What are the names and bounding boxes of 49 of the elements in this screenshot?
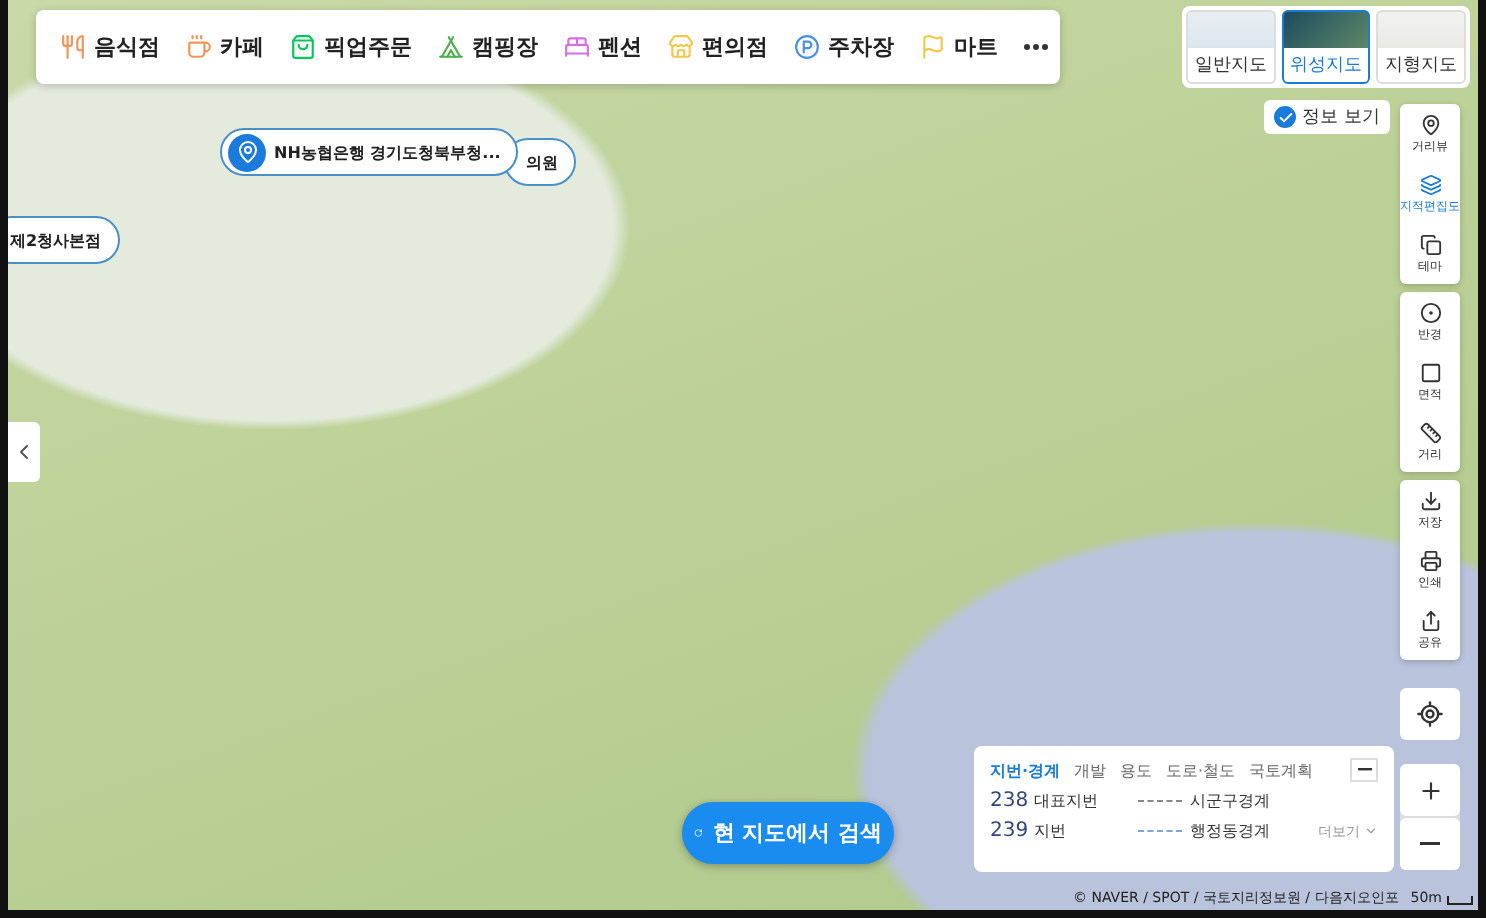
more-icon xyxy=(1024,44,1048,50)
place-pin[interactable]: NH농협은행 경기도청북부청... xyxy=(220,128,519,176)
category-button[interactable]: 주차장 xyxy=(794,32,894,62)
parcel-number: 239 xyxy=(990,820,1026,842)
legend-tab[interactable]: 개발 xyxy=(1074,759,1107,781)
locate-button[interactable] xyxy=(1400,688,1460,740)
legend-tab[interactable]: 국토계획 xyxy=(1249,759,1314,781)
place-pin[interactable]: 제2청사본점 xyxy=(8,216,120,264)
category-button[interactable]: 펜션 xyxy=(564,32,642,62)
category-button[interactable]: 음식점 xyxy=(60,32,160,62)
scale-bar xyxy=(1446,896,1474,906)
legend-tab[interactable]: 도로·철도 xyxy=(1166,759,1236,781)
printer-icon xyxy=(1419,549,1441,571)
ruler-icon xyxy=(1419,421,1441,443)
more-button[interactable] xyxy=(1024,44,1048,50)
category-button[interactable]: 마트 xyxy=(920,32,998,62)
category-button[interactable]: 픽업주문 xyxy=(290,32,412,62)
collapse-button[interactable] xyxy=(1350,758,1378,782)
minus-icon xyxy=(1357,768,1371,772)
share-icon xyxy=(1419,609,1441,631)
circle-dot-icon xyxy=(1419,301,1441,323)
locate-icon xyxy=(1416,700,1444,728)
minus-icon xyxy=(1420,842,1440,846)
map-type-button[interactable]: 지형지도 xyxy=(1376,10,1467,84)
legend-tab[interactable]: 용도 xyxy=(1120,759,1153,781)
map-type-button[interactable]: 위성지도 xyxy=(1281,10,1371,84)
category-button[interactable]: 카페 xyxy=(186,32,264,62)
legend-label: 시군구경계 xyxy=(1190,790,1270,812)
legend-label: 대표지번 xyxy=(1034,790,1100,812)
legend-label: 지번 xyxy=(1034,820,1068,842)
category-button[interactable]: 캠핑장 xyxy=(438,32,538,62)
zoom-in-button[interactable] xyxy=(1400,764,1460,816)
chevron-down-icon xyxy=(1364,824,1378,838)
info-toggle[interactable]: 정보 보기 xyxy=(1264,100,1390,134)
layers-icon xyxy=(1419,173,1441,195)
legend-label: 행정동경계 xyxy=(1190,820,1270,842)
checkbox[interactable] xyxy=(1274,106,1296,128)
square-icon xyxy=(1419,361,1441,383)
legend-tab[interactable]: 지번·경계 xyxy=(990,759,1061,781)
map-tile[interactable] xyxy=(8,0,1478,910)
pin-icon xyxy=(235,140,259,164)
download-icon xyxy=(1419,489,1441,511)
copy-icon xyxy=(1419,233,1441,255)
category-button[interactable]: 편의점 xyxy=(668,32,768,62)
parcel-number: 238 xyxy=(990,790,1026,812)
check-icon xyxy=(1277,109,1293,125)
plus-icon xyxy=(1417,777,1443,803)
map-type-button[interactable]: 일반지도 xyxy=(1186,10,1276,84)
map-pin-icon xyxy=(1419,113,1441,135)
